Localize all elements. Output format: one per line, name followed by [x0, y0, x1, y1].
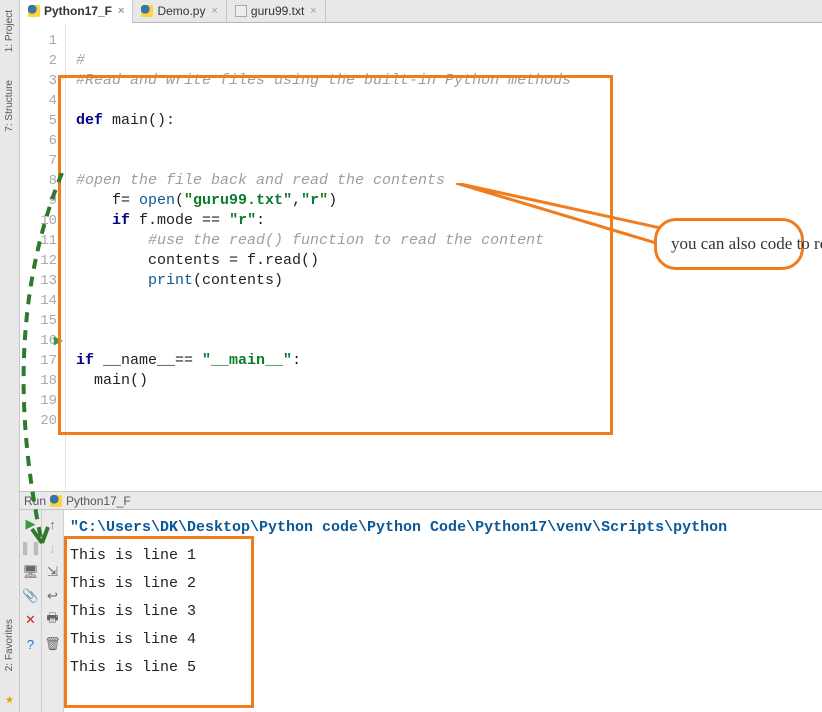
annotation-callout: you can also code to read the content of…	[654, 218, 804, 270]
code-editor[interactable]: # #Read and write files using the built-…	[66, 23, 822, 491]
close-icon[interactable]: ×	[310, 5, 316, 17]
run-icon[interactable]: ▶	[23, 516, 39, 532]
code-comment: #	[76, 52, 85, 69]
editor-area[interactable]: 1234567891011121314151617181920▶ # #Read…	[20, 23, 822, 491]
keyword: if	[76, 352, 94, 369]
export-icon[interactable]: ⇲	[45, 564, 61, 580]
ide-root: 1: Project 7: Structure 2: Favorites ★ P…	[0, 0, 822, 712]
wrap-icon[interactable]: ↩	[45, 588, 61, 604]
editor-tab-demo[interactable]: Demo.py ×	[133, 0, 226, 22]
run-panel-header[interactable]: Run Python17_F	[20, 491, 822, 510]
tab-label: Python17_F	[44, 4, 112, 18]
rail-tab-structure[interactable]: 7: Structure	[4, 76, 15, 136]
keyword: if	[112, 212, 130, 229]
rail-tab-project[interactable]: 1: Project	[4, 6, 15, 56]
console-line: This is line 1	[70, 542, 816, 570]
close-icon[interactable]: ×	[118, 5, 124, 17]
run-label: Run	[24, 494, 46, 508]
pause-icon[interactable]: ❚❚	[23, 540, 39, 556]
python-icon	[50, 495, 62, 507]
editor-tab-bar: Python17_F × Demo.py × guru99.txt ×	[20, 0, 822, 23]
code-comment: #Read and write files using the built-in…	[76, 72, 571, 89]
run-tool-column-right: ↑ ↓ ⇲ ↩ 🖶 🗑	[42, 510, 64, 712]
help-icon[interactable]: ?	[23, 636, 39, 652]
left-tool-rail: 1: Project 7: Structure 2: Favorites ★	[0, 0, 20, 712]
stop-x-icon[interactable]: ✕	[23, 612, 39, 628]
editor-tab-python17[interactable]: Python17_F ×	[20, 0, 133, 23]
trash-icon[interactable]: 🗑	[45, 636, 61, 652]
tab-label: guru99.txt	[251, 4, 304, 18]
console-command: "C:\Users\DK\Desktop\Python code\Python …	[70, 514, 816, 542]
run-target: Python17_F	[66, 494, 131, 508]
python-icon	[141, 5, 153, 17]
python-icon	[28, 5, 40, 17]
main-area: Python17_F × Demo.py × guru99.txt × 1234…	[20, 0, 822, 712]
console-line: This is line 5	[70, 654, 816, 682]
close-icon[interactable]: ×	[211, 5, 217, 17]
keyword: def	[76, 112, 103, 129]
line-gutter: 1234567891011121314151617181920▶	[20, 23, 66, 491]
console-area: ▶ ❚❚ 🖥 📎 ✕ ? ↑ ↓ ⇲ ↩ 🖶 🗑 "C:\Users\DK\De…	[20, 510, 822, 712]
run-tool-column-left: ▶ ❚❚ 🖥 📎 ✕ ?	[20, 510, 42, 712]
code-comment: #use the read() function to read the con…	[148, 232, 544, 249]
run-gutter-icon[interactable]: ▶	[54, 331, 63, 351]
star-icon: ★	[5, 695, 14, 712]
tab-label: Demo.py	[157, 4, 205, 18]
print-icon[interactable]: 🖶	[45, 612, 61, 628]
console-line: This is line 3	[70, 598, 816, 626]
step-down-icon[interactable]: ↓	[45, 540, 61, 556]
console-line: This is line 2	[70, 570, 816, 598]
editor-tab-guru99[interactable]: guru99.txt ×	[227, 0, 326, 22]
console-line: This is line 4	[70, 626, 816, 654]
console-output[interactable]: "C:\Users\DK\Desktop\Python code\Python …	[64, 510, 822, 712]
code-comment: #open the file back and read the content…	[76, 172, 445, 189]
text-file-icon	[235, 5, 247, 17]
attach-icon[interactable]: 📎	[23, 588, 39, 604]
rail-tab-favorites[interactable]: 2: Favorites	[4, 615, 15, 675]
step-up-icon[interactable]: ↑	[45, 516, 61, 532]
debug-icon[interactable]: 🖥	[23, 564, 39, 580]
